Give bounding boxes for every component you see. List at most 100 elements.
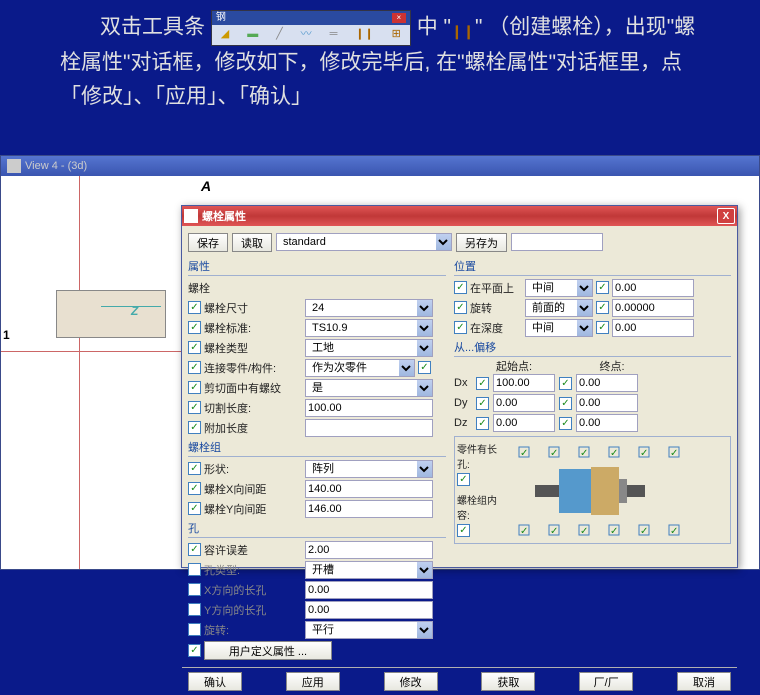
extra-input[interactable]	[305, 419, 433, 437]
depth-cb[interactable]	[454, 321, 467, 334]
grid-line-horiz	[1, 351, 201, 352]
xspace-cb[interactable]	[188, 482, 201, 495]
diag-content-cb[interactable]	[457, 524, 470, 537]
dy-start-cb[interactable]	[476, 397, 489, 410]
svg-text:✓: ✓	[520, 526, 528, 537]
depth-input[interactable]	[612, 319, 694, 337]
apply-button[interactable]: 应用	[286, 672, 340, 691]
connect-cb2[interactable]	[418, 361, 431, 374]
diag-parts-cb[interactable]	[457, 473, 470, 486]
plane-label: 在平面上	[470, 280, 522, 296]
grid-label-1: 1	[3, 328, 10, 342]
cancel-button[interactable]: 取消	[677, 672, 731, 691]
modify-button[interactable]: 修改	[384, 672, 438, 691]
profile-rect	[56, 290, 166, 338]
xslot-cb[interactable]	[188, 583, 201, 596]
cut-input[interactable]	[305, 399, 433, 417]
dx-end-input[interactable]	[576, 374, 638, 392]
type-cb[interactable]	[188, 341, 201, 354]
cut-label: 切割长度:	[204, 400, 302, 416]
connect-label: 连接零件/构件:	[204, 360, 302, 376]
svg-text:✓: ✓	[580, 448, 588, 459]
dialog-icon	[184, 209, 198, 223]
custom-attr-button[interactable]: 用户定义属性 ...	[204, 641, 332, 660]
grid-line-vert	[79, 176, 80, 569]
svg-text:✓: ✓	[550, 448, 558, 459]
yspace-input[interactable]	[305, 500, 433, 518]
diag-parts-label: 零件有长孔:	[457, 445, 497, 471]
bolt-diagram: 零件有长孔: 螺栓组内容: ✓ ✓	[454, 436, 731, 544]
yslot-input[interactable]	[305, 601, 433, 619]
dz-end-cb[interactable]	[559, 417, 572, 430]
toggle-button[interactable]: 厂/厂	[579, 672, 633, 691]
plane-cb[interactable]	[454, 281, 467, 294]
rot-select[interactable]: 平行	[305, 621, 433, 639]
thread-cb[interactable]	[188, 381, 201, 394]
dx-label: Dx	[454, 377, 472, 389]
dy-end-input[interactable]	[576, 394, 638, 412]
plane-cb2[interactable]	[596, 281, 609, 294]
yspace-label: 螺栓Y向间距	[204, 501, 302, 517]
dy-start-input[interactable]	[493, 394, 555, 412]
axis-label-a: A	[201, 178, 211, 194]
shape-cb[interactable]	[188, 462, 201, 475]
window-icon	[7, 159, 21, 173]
std-cb[interactable]	[188, 321, 201, 334]
xslot-input[interactable]	[305, 581, 433, 599]
dx-end-cb[interactable]	[559, 377, 572, 390]
rotate-label: 旋转	[470, 300, 522, 316]
size-cb[interactable]	[188, 301, 201, 314]
get-button[interactable]: 获取	[481, 672, 535, 691]
type-label: 螺栓类型	[204, 340, 302, 356]
save-as-input[interactable]	[511, 233, 603, 251]
cut-cb[interactable]	[188, 401, 201, 414]
connect-cb[interactable]	[188, 361, 201, 374]
bolt-properties-dialog: 螺栓属性 X 保存 读取 standard 另存为 属性 螺栓 螺栓尺寸24 螺…	[181, 205, 738, 568]
custom-cb[interactable]	[188, 644, 201, 657]
rotate-cb[interactable]	[454, 301, 467, 314]
thread-select[interactable]: 是	[305, 379, 433, 397]
extra-cb[interactable]	[188, 421, 201, 434]
type-select[interactable]: 工地	[305, 339, 433, 357]
connect-select[interactable]: 作为次零件	[305, 359, 415, 377]
dialog-titlebar[interactable]: 螺栓属性 X	[182, 206, 737, 226]
rot-cb[interactable]	[188, 623, 201, 636]
load-button[interactable]: 读取	[232, 233, 272, 252]
close-button[interactable]: X	[717, 208, 735, 224]
size-label: 螺栓尺寸	[204, 300, 302, 316]
preset-select[interactable]: standard	[276, 233, 452, 251]
dx-start-cb[interactable]	[476, 377, 489, 390]
plane-select[interactable]: 中间	[525, 279, 593, 297]
depth-cb2[interactable]	[596, 321, 609, 334]
xspace-input[interactable]	[305, 480, 433, 498]
std-select[interactable]: TS10.9	[305, 319, 433, 337]
dz-start-input[interactable]	[493, 414, 555, 432]
svg-text:✓: ✓	[610, 448, 618, 459]
ok-button[interactable]: 确认	[188, 672, 242, 691]
rotate-select[interactable]: 前面的	[525, 299, 593, 317]
dx-start-input[interactable]	[493, 374, 555, 392]
group-arrangement: 螺栓组	[188, 439, 446, 457]
shape-select[interactable]: 阵列	[305, 460, 433, 478]
yslot-cb[interactable]	[188, 603, 201, 616]
rotate-cb2[interactable]	[596, 301, 609, 314]
plane-input[interactable]	[612, 279, 694, 297]
save-button[interactable]: 保存	[188, 233, 228, 252]
dz-end-input[interactable]	[576, 414, 638, 432]
depth-select[interactable]: 中间	[525, 319, 593, 337]
rotate-input[interactable]	[612, 299, 694, 317]
tol-input[interactable]	[305, 541, 433, 559]
depth-label: 在深度	[470, 320, 522, 336]
dy-end-cb[interactable]	[559, 397, 572, 410]
extra-label: 附加长度	[204, 420, 302, 436]
svg-text:✓: ✓	[580, 526, 588, 537]
tol-label: 容许误差	[204, 542, 302, 558]
instruction-text-2: 中 "	[417, 16, 451, 39]
xslot-label: X方向的长孔	[204, 582, 302, 598]
tol-cb[interactable]	[188, 543, 201, 556]
size-select[interactable]: 24	[305, 299, 433, 317]
group-hole: 孔	[188, 520, 446, 538]
yspace-cb[interactable]	[188, 502, 201, 515]
dz-start-cb[interactable]	[476, 417, 489, 430]
save-as-button[interactable]: 另存为	[456, 233, 507, 252]
